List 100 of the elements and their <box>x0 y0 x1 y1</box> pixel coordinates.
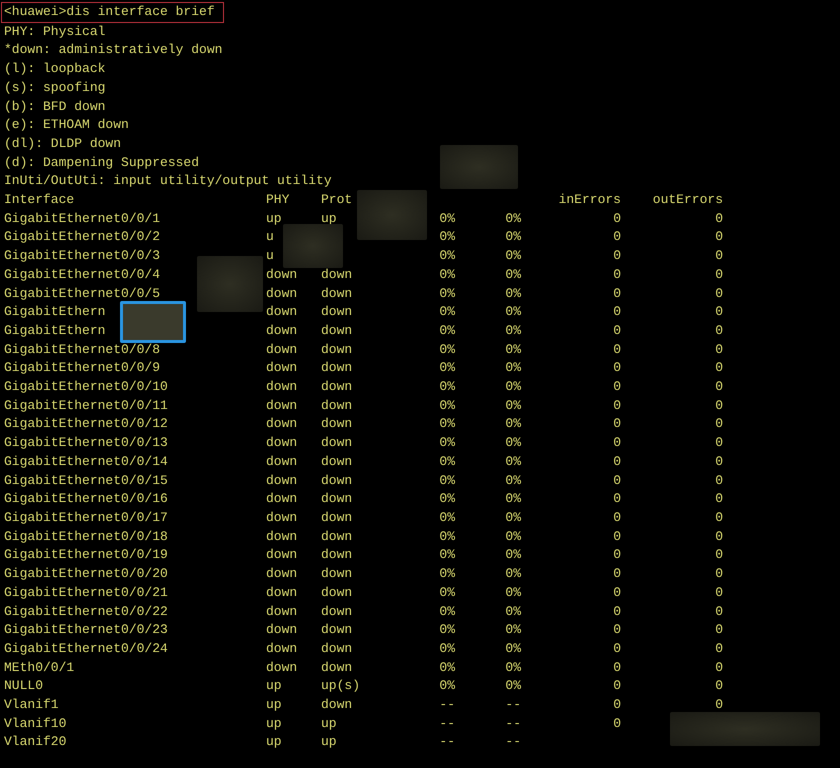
table-cell-text: 0% <box>438 284 455 303</box>
table-cell-text: -- <box>504 733 521 752</box>
table-cell-text: 0% <box>504 565 521 584</box>
table-cell-text: GigabitEthernet0/0/19 <box>4 546 169 564</box>
table-cell-text: 0 <box>714 528 723 546</box>
table-cell-text: 0 <box>714 284 723 303</box>
legend-line: *down: administratively down <box>4 41 224 60</box>
table-cell-text: 0% <box>504 340 521 359</box>
table-cell-text: 0 <box>612 359 621 378</box>
table-cell-text: 0 <box>612 677 621 696</box>
table-cell-text: down <box>321 602 354 620</box>
table-cell-text: GigabitEthernet0/0/4 <box>4 266 162 284</box>
table-cell-text: 0% <box>438 565 455 584</box>
table-cell-text: 0% <box>504 472 521 490</box>
table-cell-text: 0% <box>438 658 455 677</box>
table-cell-text: 0% <box>438 322 455 340</box>
table-cell-text: 0 <box>714 472 723 490</box>
table-cell-text: down <box>321 303 354 322</box>
table-cell-text: down <box>266 452 298 471</box>
table-cell-text: 0% <box>438 359 455 378</box>
table-cell-text: 0% <box>504 584 521 602</box>
table-cell-text: down <box>266 284 298 303</box>
table-cell-text: 0% <box>438 528 455 546</box>
table-cell-text: 0 <box>612 714 621 733</box>
table-cell-text: -- <box>438 696 455 714</box>
table-cell-text: -- <box>438 733 455 752</box>
table-cell-text: down <box>321 584 354 602</box>
table-cell-text: down <box>321 322 354 340</box>
table-cell-text: down <box>321 415 354 434</box>
table-cell-text: up <box>266 696 283 714</box>
legend-line: PHY: Physical <box>4 22 106 41</box>
legend-line: (s): spoofing <box>4 78 106 97</box>
table-cell-text: 0 <box>612 602 621 620</box>
table-cell-text: GigabitEthernet0/0/10 <box>4 378 169 396</box>
table-cell-text: down <box>321 359 354 378</box>
table-cell-text: 0% <box>504 452 521 471</box>
table-cell-text: GigabitEthernet0/0/23 <box>4 621 169 640</box>
table-cell-text: 0 <box>612 340 621 359</box>
table-cell-text: down <box>266 266 298 284</box>
table-cell-text: 0 <box>612 284 621 303</box>
table-cell-text: 0% <box>438 546 455 564</box>
column-header: PHY <box>266 191 290 210</box>
table-cell-text: -- <box>504 714 521 733</box>
table-cell-text: 0% <box>438 508 455 527</box>
table-cell-text: down <box>321 640 354 658</box>
table-cell-text: down <box>266 602 298 620</box>
table-cell-text: 0% <box>438 247 455 266</box>
table-cell-text: 0% <box>438 434 455 452</box>
table-cell-text: 0% <box>504 415 521 434</box>
table-cell-text: 0 <box>612 266 621 284</box>
table-cell-text: GigabitEthernet0/0/18 <box>4 528 169 546</box>
redaction-patch <box>283 224 343 268</box>
table-cell-text: GigabitEthernet0/0/3 <box>4 247 162 266</box>
table-cell-text: 0% <box>504 508 521 527</box>
table-cell-text: 0 <box>612 546 621 564</box>
table-cell-text: GigabitEthernet0/0/14 <box>4 452 169 471</box>
table-cell-text: 0% <box>438 228 455 246</box>
table-cell-text: GigabitEthernet0/0/24 <box>4 640 169 658</box>
table-cell-text: 0% <box>504 528 521 546</box>
table-cell-text: 0 <box>714 658 723 677</box>
table-cell-text: 0 <box>714 584 723 602</box>
table-cell-text: down <box>266 396 298 415</box>
column-header: Interface <box>4 191 76 210</box>
table-cell-text: u <box>266 247 275 266</box>
table-cell-text: 0 <box>612 247 621 266</box>
table-cell-text: 0% <box>504 546 521 564</box>
table-cell-text: GigabitEthern <box>4 322 106 340</box>
table-cell-text: 0 <box>714 508 723 527</box>
legend-line: (b): BFD down <box>4 98 106 116</box>
table-cell-text: 0% <box>504 640 521 658</box>
column-header: inErrors <box>558 191 621 210</box>
table-cell-text: 0 <box>714 303 723 322</box>
table-cell-text: 0% <box>504 210 521 228</box>
table-cell-text: up <box>266 733 283 752</box>
table-cell-text: 0 <box>612 415 621 434</box>
table-cell-text: 0% <box>438 396 455 415</box>
table-cell-text: Vlanif1 <box>4 696 60 714</box>
redaction-patch <box>120 301 186 343</box>
table-cell-text: 0 <box>612 696 621 714</box>
legend-line: (dl): DLDP down <box>4 134 122 153</box>
table-cell-text: 0 <box>714 452 723 471</box>
table-cell-text: 0% <box>504 621 521 640</box>
table-cell-text: MEth0/0/1 <box>4 658 76 677</box>
table-cell-text: NULL0 <box>4 677 44 696</box>
table-cell-text: GigabitEthernet0/0/1 <box>4 210 162 228</box>
table-cell-text: down <box>321 434 354 452</box>
table-cell-text: 0 <box>612 322 621 340</box>
table-cell-text: 0 <box>612 396 621 415</box>
table-cell-text: 0 <box>714 490 723 508</box>
table-cell-text: 0 <box>714 228 723 246</box>
column-header: outErrors <box>652 191 723 210</box>
table-cell-text: 0% <box>438 378 455 396</box>
table-cell-text: 0% <box>438 340 455 359</box>
table-cell-text: down <box>266 303 298 322</box>
table-cell-text: 0% <box>504 677 521 696</box>
table-cell-text: 0 <box>612 228 621 246</box>
table-cell-text: up <box>266 210 283 228</box>
table-cell-text: 0% <box>504 284 521 303</box>
legend-line: (l): loopback <box>4 60 106 78</box>
table-cell-text: down <box>321 396 354 415</box>
